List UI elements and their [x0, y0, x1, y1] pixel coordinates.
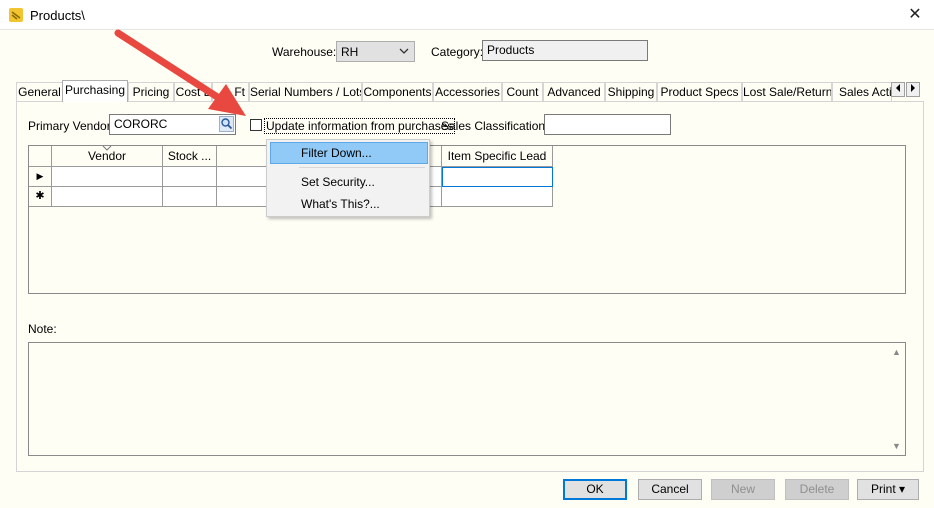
tab-advanced[interactable]: Advanced	[543, 82, 605, 101]
tab-strip: General Purchasing Pricing Cost L Ft Ser…	[16, 80, 924, 102]
menu-item-whats-this[interactable]: What's This?...	[270, 193, 428, 215]
cancel-button[interactable]: Cancel	[638, 479, 702, 500]
new-button[interactable]: New	[711, 479, 775, 500]
note-textarea[interactable]: ▲ ▼	[28, 342, 906, 456]
grid-cell-stock-new[interactable]	[163, 187, 217, 207]
chevron-right-icon	[911, 84, 915, 92]
tab-scroll-right-button[interactable]	[906, 82, 920, 97]
tab-pricing[interactable]: Pricing	[128, 82, 174, 101]
grid-corner	[29, 146, 52, 167]
menu-item-set-security[interactable]: Set Security...	[270, 171, 428, 193]
close-button[interactable]: ✕	[896, 0, 934, 30]
tab-ft[interactable]: Ft	[212, 82, 249, 101]
row-marker-current[interactable]: ▶	[29, 167, 52, 187]
tab-shipping[interactable]: Shipping	[605, 82, 657, 101]
grid-cell-vendor-new[interactable]	[52, 187, 163, 207]
tab-serial-numbers[interactable]: Serial Numbers / Lots	[249, 82, 362, 101]
tab-purchasing[interactable]: Purchasing	[62, 80, 128, 102]
print-button[interactable]: Print ▾	[857, 479, 919, 500]
context-menu: Filter Down... Set Security... What's Th…	[266, 139, 430, 217]
primary-vendor-value: CORORC	[114, 117, 168, 131]
sales-classification-input[interactable]	[544, 114, 671, 135]
column-header-vendor[interactable]: Vendor	[52, 145, 163, 167]
ok-button[interactable]: OK	[563, 479, 627, 500]
scroll-up-icon[interactable]: ▲	[892, 347, 901, 357]
menu-item-filter-down[interactable]: Filter Down...	[270, 142, 428, 164]
update-info-label[interactable]: Update information from purchases	[264, 118, 456, 134]
vendor-grid: Vendor Stock ... Item Specific Lead ▶ ✱	[28, 145, 906, 294]
update-info-checkbox[interactable]	[250, 119, 262, 131]
grid-cell-stock[interactable]	[163, 167, 217, 187]
grid-cell-item-specific-lead[interactable]	[442, 167, 553, 187]
grid-cell-item-specific-lead-new[interactable]	[442, 187, 553, 207]
category-field[interactable]: Products	[482, 40, 648, 61]
app-icon	[9, 8, 23, 22]
title-bar: Products\ ✕	[0, 0, 934, 30]
tab-product-specs[interactable]: Product Specs	[657, 82, 742, 101]
primary-vendor-label: Primary Vendor:	[28, 119, 115, 133]
column-header-item-specific-lead[interactable]: Item Specific Lead	[442, 146, 553, 167]
sort-indicator-icon	[102, 145, 112, 151]
menu-separator	[299, 167, 425, 168]
warehouse-select[interactable]: RH	[336, 41, 415, 62]
tab-lost-sale-return[interactable]: Lost Sale/Return	[742, 82, 832, 101]
vendor-lookup-button[interactable]	[219, 116, 234, 132]
tab-count[interactable]: Count	[502, 82, 543, 101]
window-title: Products\	[30, 8, 85, 23]
delete-button[interactable]: Delete	[785, 479, 849, 500]
note-scrollbar[interactable]: ▲ ▼	[888, 343, 905, 455]
warehouse-label: Warehouse:	[272, 45, 337, 59]
primary-vendor-input[interactable]: CORORC	[109, 114, 236, 135]
category-label: Category:	[431, 45, 484, 59]
tab-components[interactable]: Components	[362, 82, 433, 101]
note-label: Note:	[28, 322, 57, 336]
tab-sales-activity[interactable]: Sales Activ	[832, 82, 892, 101]
chevron-down-icon	[399, 44, 409, 61]
column-header-stock[interactable]: Stock ...	[163, 146, 217, 167]
warehouse-value: RH	[341, 45, 359, 59]
chevron-left-icon	[896, 84, 900, 92]
tab-scroll-left-button[interactable]	[891, 82, 905, 97]
tab-accessories[interactable]: Accessories	[433, 82, 502, 101]
tab-general[interactable]: General	[16, 82, 63, 101]
grid-cell-vendor[interactable]	[52, 167, 163, 187]
row-marker-new[interactable]: ✱	[29, 187, 52, 207]
scroll-down-icon[interactable]: ▼	[892, 441, 901, 451]
magnifier-icon	[221, 118, 233, 130]
sales-classification-label: Sales Classification:	[441, 119, 549, 133]
tab-cost[interactable]: Cost L	[174, 82, 212, 101]
